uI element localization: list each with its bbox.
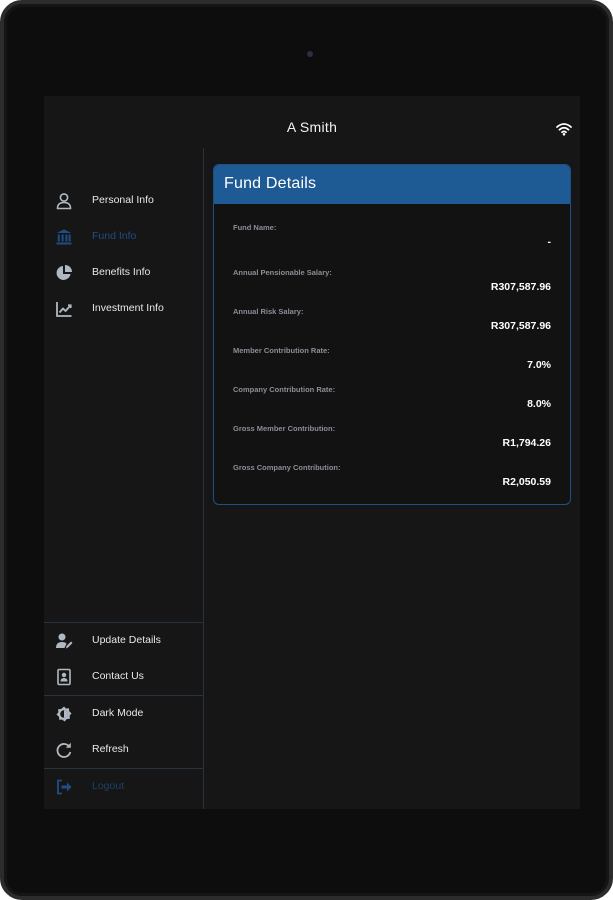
person-icon	[56, 193, 72, 210]
update-details-button[interactable]: Update Details	[44, 626, 204, 656]
detail-label: Gross Member Contribution:	[233, 424, 336, 433]
tablet-frame: A Smith Personal Info Fund Info Benefits…	[0, 0, 613, 900]
app-screen: A Smith Personal Info Fund Info Benefits…	[44, 96, 580, 809]
front-camera	[307, 51, 313, 57]
sidebar-item-benefits-info[interactable]: Benefits Info	[44, 258, 204, 288]
contact-card-icon	[57, 668, 71, 686]
logout-icon	[57, 779, 72, 795]
fund-details-card: Fund Details Fund Name: - Annual Pension…	[213, 164, 571, 505]
detail-value: R2,050.59	[502, 476, 551, 488]
app-header: A Smith	[44, 96, 580, 148]
logout-button[interactable]: Logout	[44, 772, 204, 802]
sidebar-divider	[44, 622, 204, 623]
card-header: Fund Details	[214, 165, 570, 204]
detail-row: Member Contribution Rate: 7.0%	[214, 346, 570, 384]
detail-row: Annual Risk Salary: R307,587.96	[214, 307, 570, 345]
sidebar-item-label: Dark Mode	[92, 707, 144, 719]
sidebar-item-personal-info[interactable]: Personal Info	[44, 186, 204, 216]
sidebar-item-investment-info[interactable]: Investment Info	[44, 294, 204, 324]
wifi-icon	[556, 123, 572, 136]
detail-label: Gross Company Contribution:	[233, 463, 341, 472]
sidebar: Personal Info Fund Info Benefits Info In…	[44, 148, 204, 809]
sidebar-divider	[44, 768, 204, 769]
sidebar-divider	[44, 695, 204, 696]
sidebar-item-label: Fund Info	[92, 230, 137, 242]
detail-label: Fund Name:	[233, 223, 277, 232]
detail-row: Gross Member Contribution: R1,794.26	[214, 424, 570, 462]
detail-row: Fund Name: -	[214, 223, 570, 261]
detail-value: -	[547, 236, 552, 248]
sidebar-item-fund-info[interactable]: Fund Info	[44, 222, 204, 252]
pie-chart-icon	[56, 265, 72, 280]
sidebar-item-label: Contact Us	[92, 670, 144, 682]
card-title: Fund Details	[224, 175, 317, 192]
sidebar-item-label: Personal Info	[92, 194, 154, 206]
detail-value: R307,587.96	[490, 320, 551, 332]
detail-row: Gross Company Contribution: R2,050.59	[214, 463, 570, 501]
sidebar-item-label: Refresh	[92, 743, 129, 755]
dark-mode-toggle[interactable]: Dark Mode	[44, 699, 204, 729]
sidebar-item-label: Logout	[92, 780, 125, 792]
sidebar-item-label: Benefits Info	[92, 266, 151, 278]
line-chart-icon	[56, 302, 72, 317]
detail-value: 7.0%	[527, 359, 551, 371]
detail-value: 8.0%	[527, 398, 551, 410]
dark-mode-icon	[56, 706, 72, 722]
user-name: A Smith	[286, 119, 338, 135]
sidebar-item-label: Investment Info	[92, 302, 164, 314]
detail-label: Annual Risk Salary:	[233, 307, 304, 316]
refresh-icon	[56, 742, 72, 758]
refresh-button[interactable]: Refresh	[44, 735, 204, 765]
detail-label: Company Contribution Rate:	[233, 385, 336, 394]
detail-row: Company Contribution Rate: 8.0%	[214, 385, 570, 423]
detail-row: Annual Pensionable Salary: R307,587.96	[214, 268, 570, 306]
detail-value: R1,794.26	[502, 437, 551, 449]
detail-value: R307,587.96	[490, 281, 551, 293]
bank-icon	[56, 229, 72, 245]
detail-label: Annual Pensionable Salary:	[233, 268, 332, 277]
sidebar-item-label: Update Details	[92, 634, 161, 646]
contact-us-button[interactable]: Contact Us	[44, 662, 204, 692]
detail-label: Member Contribution Rate:	[233, 346, 330, 355]
user-edit-icon	[56, 633, 73, 649]
